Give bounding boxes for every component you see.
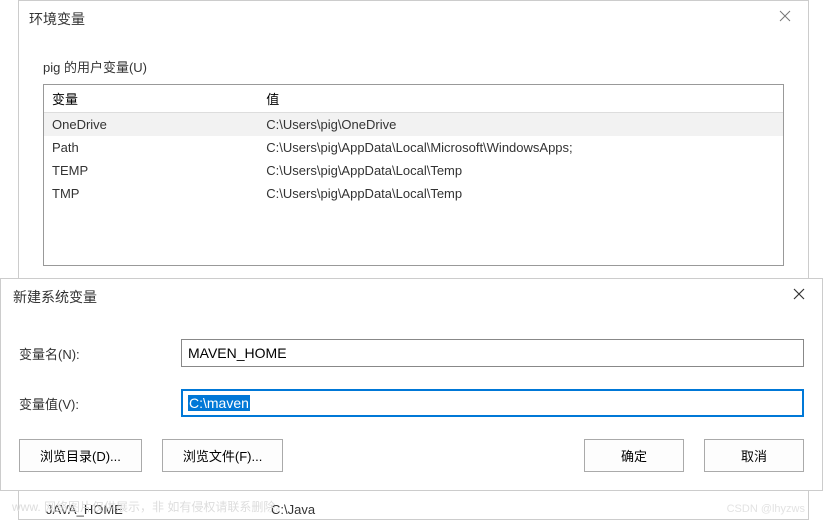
cell-val: C:\Users\pig\AppData\Local\Microsoft\Win… <box>258 136 783 159</box>
close-icon[interactable] <box>776 279 822 309</box>
var-name-input[interactable] <box>181 339 804 367</box>
new-var-title: 新建系统变量 <box>13 287 97 307</box>
table-header-row: 变量 值 <box>44 85 783 113</box>
var-name-row: 变量名(N): <box>19 339 804 367</box>
bg-var-name: JAVA_HOME <box>46 502 271 517</box>
env-var-title: 环境变量 <box>29 9 85 29</box>
bg-system-var-row: JAVA_HOME C:\Java <box>46 502 803 517</box>
var-value-label: 变量值(V): <box>19 394 181 413</box>
new-var-titlebar: 新建系统变量 <box>1 279 822 315</box>
cell-val: C:\Users\pig\AppData\Local\Temp <box>258 159 783 182</box>
user-vars-group-label: pig 的用户变量(U) <box>43 57 784 76</box>
table-row[interactable]: TEMP C:\Users\pig\AppData\Local\Temp <box>44 159 783 182</box>
browse-dir-button[interactable]: 浏览目录(D)... <box>19 439 142 472</box>
cell-val: C:\Users\pig\OneDrive <box>258 113 783 137</box>
cell-val: C:\Users\pig\AppData\Local\Temp <box>258 182 783 205</box>
var-name-label: 变量名(N): <box>19 344 181 363</box>
var-value-input-wrap[interactable]: C:\maven <box>181 389 804 417</box>
cell-var: OneDrive <box>44 113 258 137</box>
user-vars-table[interactable]: 变量 值 OneDrive C:\Users\pig\OneDrive Path… <box>43 84 784 266</box>
cell-var: TEMP <box>44 159 258 182</box>
col-header-variable[interactable]: 变量 <box>44 85 258 113</box>
var-value-selected-text: C:\maven <box>188 395 250 411</box>
bg-var-value: C:\Java <box>271 502 315 517</box>
var-value-input[interactable]: C:\maven <box>181 389 804 417</box>
new-var-body: 变量名(N): 变量值(V): C:\maven 浏览目录(D)... 浏览文件… <box>1 315 822 490</box>
cell-var: TMP <box>44 182 258 205</box>
var-value-row: 变量值(V): C:\maven <box>19 389 804 417</box>
button-row: 浏览目录(D)... 浏览文件(F)... 确定 取消 <box>19 439 804 472</box>
new-system-var-dialog: 新建系统变量 变量名(N): 变量值(V): C:\maven 浏览目录(D).… <box>0 278 823 491</box>
close-icon[interactable] <box>762 1 808 31</box>
browse-file-button[interactable]: 浏览文件(F)... <box>162 439 283 472</box>
ok-button[interactable]: 确定 <box>584 439 684 472</box>
table-row[interactable]: TMP C:\Users\pig\AppData\Local\Temp <box>44 182 783 205</box>
env-var-titlebar: 环境变量 <box>19 1 808 37</box>
cell-var: Path <box>44 136 258 159</box>
cancel-button[interactable]: 取消 <box>704 439 804 472</box>
col-header-value[interactable]: 值 <box>258 85 783 113</box>
table-row[interactable]: OneDrive C:\Users\pig\OneDrive <box>44 113 783 137</box>
env-var-content: pig 的用户变量(U) 变量 值 OneDrive C:\Users\pig\… <box>19 37 808 286</box>
table-row[interactable]: Path C:\Users\pig\AppData\Local\Microsof… <box>44 136 783 159</box>
